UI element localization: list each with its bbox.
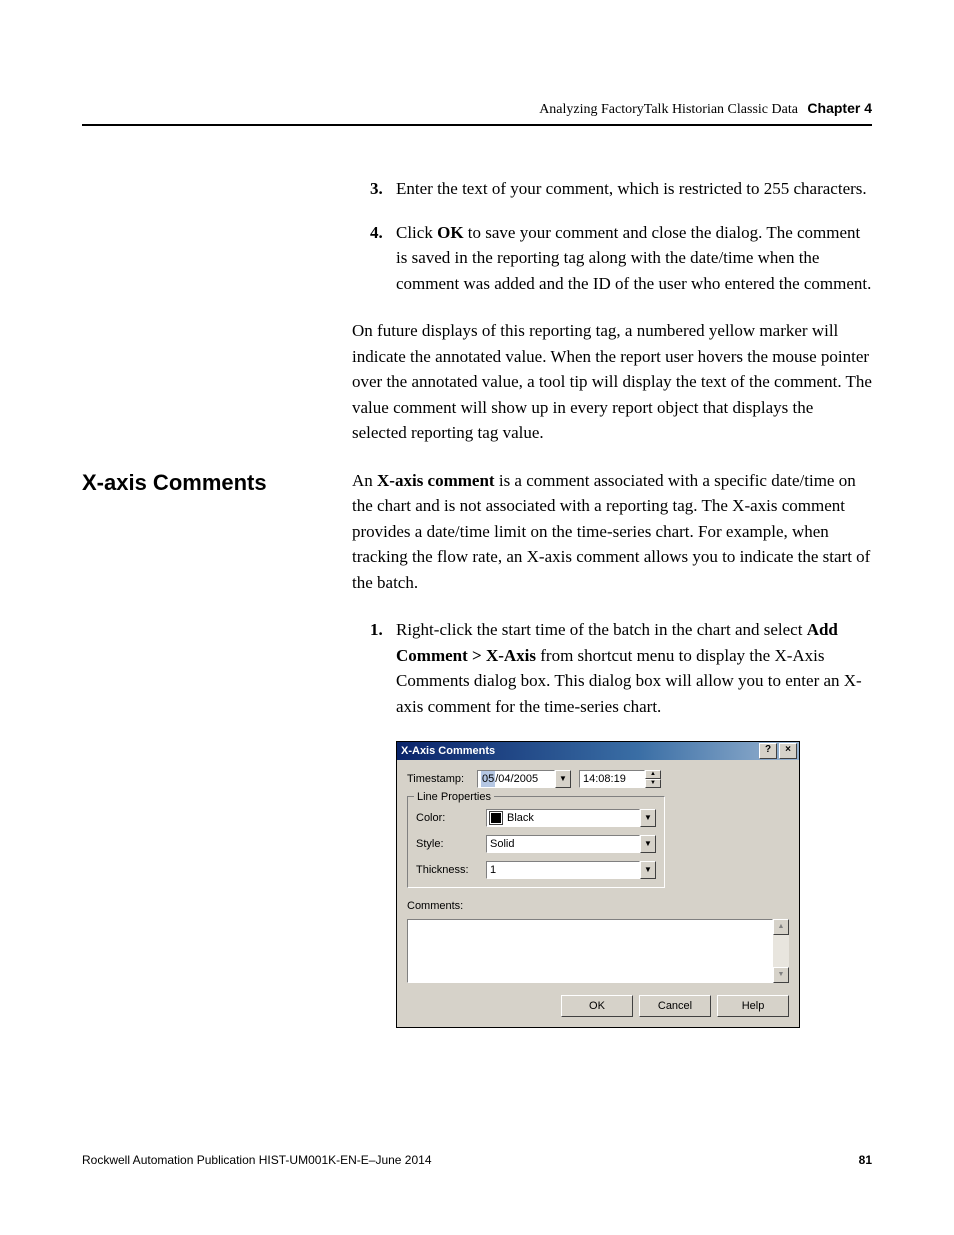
- xaxis-step-1-num: 1.: [370, 617, 383, 643]
- xaxis-intro-paragraph: An X-axis comment is a comment associate…: [352, 468, 872, 596]
- color-dropdown-icon[interactable]: ▼: [640, 809, 656, 827]
- footer-page-number: 81: [859, 1153, 872, 1167]
- help-icon[interactable]: ?: [759, 743, 777, 759]
- xaxis-steps: 1. Right-click the start time of the bat…: [352, 617, 872, 719]
- step-4-bold: OK: [437, 223, 463, 242]
- dialog-figure: X-Axis Comments ? × Timestamp: 05/04/200…: [352, 741, 872, 1028]
- content-block-1: 3. Enter the text of your comment, which…: [82, 176, 872, 468]
- style-label: Style:: [416, 836, 486, 853]
- comments-area: ▲ ▼: [407, 919, 789, 983]
- header-title: Analyzing FactoryTalk Historian Classic …: [539, 102, 798, 117]
- comments-label: Comments:: [407, 898, 789, 915]
- cancel-button[interactable]: Cancel: [639, 995, 711, 1017]
- thickness-row: Thickness: 1 ▼: [416, 861, 656, 879]
- content-block-2: X-axis Comments An X-axis comment is a c…: [82, 468, 872, 1028]
- steps-list-cont: 3. Enter the text of your comment, which…: [352, 176, 872, 296]
- scroll-down-icon[interactable]: ▼: [773, 967, 789, 983]
- dialog-buttons: OK Cancel Help: [407, 995, 789, 1017]
- xaxis-step-1-seg1: Right-click the start time of the batch …: [396, 620, 807, 639]
- time-field[interactable]: 14:08:19: [579, 770, 645, 788]
- header-rule: [82, 124, 872, 126]
- date-selected-part: 05: [481, 771, 495, 788]
- date-rest: /04/2005: [495, 771, 538, 788]
- step-4-num: 4.: [370, 220, 383, 246]
- step-4: 4. Click OK to save your comment and clo…: [370, 220, 872, 297]
- dialog-body: Timestamp: 05/04/2005 ▼ 14:08:19 ▲ ▼: [397, 760, 799, 1027]
- xaxis-intro-bold: X-axis comment: [377, 471, 495, 490]
- step-3: 3. Enter the text of your comment, which…: [370, 176, 872, 202]
- document-page: Analyzing FactoryTalk Historian Classic …: [0, 0, 954, 1235]
- color-row: Color: Black ▼: [416, 809, 656, 827]
- thickness-label: Thickness:: [416, 862, 486, 879]
- color-value: Black: [507, 810, 534, 827]
- date-field[interactable]: 05/04/2005: [477, 770, 555, 788]
- help-button[interactable]: Help: [717, 995, 789, 1017]
- date-dropdown-icon[interactable]: ▼: [555, 770, 571, 788]
- timestamp-label: Timestamp:: [407, 771, 477, 788]
- xaxis-comments-dialog: X-Axis Comments ? × Timestamp: 05/04/200…: [396, 741, 800, 1028]
- xaxis-intro-pre: An: [352, 471, 377, 490]
- scroll-track[interactable]: [773, 935, 789, 967]
- style-dropdown-icon[interactable]: ▼: [640, 835, 656, 853]
- dialog-titlebar[interactable]: X-Axis Comments ? ×: [397, 742, 799, 760]
- style-field[interactable]: Solid: [486, 835, 640, 853]
- header-chapter: Chapter 4: [807, 100, 872, 116]
- comments-scrollbar[interactable]: ▲ ▼: [773, 919, 789, 983]
- step-3-num: 3.: [370, 176, 383, 202]
- xaxis-step-1: 1. Right-click the start time of the bat…: [370, 617, 872, 719]
- scroll-up-icon[interactable]: ▲: [773, 919, 789, 935]
- line-properties-legend: Line Properties: [414, 789, 494, 806]
- timestamp-row: Timestamp: 05/04/2005 ▼ 14:08:19 ▲ ▼: [407, 770, 789, 788]
- close-icon[interactable]: ×: [779, 743, 797, 759]
- page-header: Analyzing FactoryTalk Historian Classic …: [82, 100, 872, 118]
- footer-publication: Rockwell Automation Publication HIST-UM0…: [82, 1153, 432, 1167]
- page-footer: Rockwell Automation Publication HIST-UM0…: [82, 1153, 872, 1167]
- thickness-dropdown-icon[interactable]: ▼: [640, 861, 656, 879]
- color-field[interactable]: Black: [486, 809, 640, 827]
- dialog-title: X-Axis Comments: [401, 743, 757, 760]
- spin-up-icon[interactable]: ▲: [645, 770, 661, 779]
- section-heading-xaxis: X-axis Comments: [82, 468, 352, 496]
- future-paragraph: On future displays of this reporting tag…: [352, 318, 872, 446]
- step-3-text: Enter the text of your comment, which is…: [396, 179, 867, 198]
- color-swatch-icon: [490, 812, 502, 824]
- comments-textarea[interactable]: [407, 919, 773, 983]
- step-4-pre: Click: [396, 223, 437, 242]
- spin-down-icon[interactable]: ▼: [645, 779, 661, 788]
- step-4-post: to save your comment and close the dialo…: [396, 223, 871, 293]
- time-spinner[interactable]: ▲ ▼: [645, 770, 661, 788]
- color-label: Color:: [416, 810, 486, 827]
- ok-button[interactable]: OK: [561, 995, 633, 1017]
- style-row: Style: Solid ▼: [416, 835, 656, 853]
- line-properties-group: Line Properties Color: Black ▼ Sty: [407, 796, 665, 888]
- thickness-field[interactable]: 1: [486, 861, 640, 879]
